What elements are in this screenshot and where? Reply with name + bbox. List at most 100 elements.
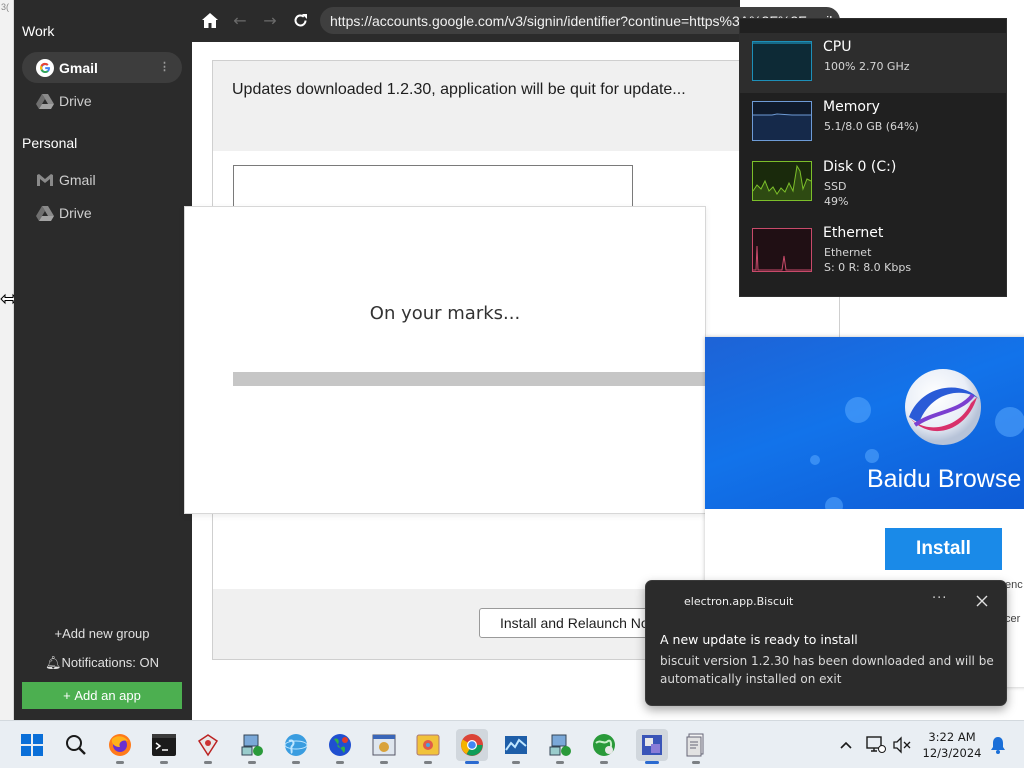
cloud-app-icon	[197, 734, 219, 757]
toast-more-options-icon[interactable]: ···	[932, 591, 947, 606]
clock-date: 12/3/2024	[922, 746, 982, 760]
search-button[interactable]	[60, 729, 92, 761]
perf-detail: Ethernet	[824, 246, 872, 259]
notifications-label: Notifications: ON	[61, 655, 160, 670]
green-globe-icon	[593, 734, 615, 756]
sidebar-item-work-drive[interactable]: Drive	[22, 85, 182, 116]
taskbar-app-world[interactable]	[324, 729, 356, 764]
desktop-edge: 3(	[0, 0, 14, 720]
perf-row-memory[interactable]: Memory 5.1/8.0 GB (64%)	[740, 93, 1006, 153]
loading-splash: On your marks...	[184, 206, 707, 514]
taskbar-app-window[interactable]	[368, 729, 400, 764]
search-icon	[66, 735, 86, 755]
performance-widget: CPU 100% 2.70 GHz Memory 5.1/8.0 GB (64%…	[739, 18, 1007, 297]
start-button[interactable]	[16, 729, 48, 761]
show-hidden-icons-button[interactable]	[830, 729, 862, 761]
perf-row-ethernet[interactable]: Ethernet Ethernet S: 0 R: 8.0 Kbps	[740, 219, 1006, 279]
drive-icon	[36, 92, 54, 110]
sidebar-item-label: Drive	[59, 204, 92, 221]
notification-center-button[interactable]	[982, 729, 1014, 761]
google-icon	[36, 58, 54, 77]
arrow-left-icon: ←	[233, 10, 247, 30]
plus-icon: +	[63, 688, 75, 703]
taskbar-app-network[interactable]	[236, 729, 268, 764]
biscuit-app-icon	[642, 735, 662, 755]
update-message: Updates downloaded 1.2.30, application w…	[232, 81, 686, 98]
taskbar-app-cloud[interactable]	[192, 729, 224, 764]
sidebar-item-work-gmail[interactable]: Gmail ⋮	[22, 52, 182, 83]
taskbar-firefox[interactable]	[104, 729, 136, 764]
reload-button[interactable]	[290, 10, 310, 30]
group-title-work: Work	[22, 23, 55, 39]
taskbar-app-green-globe[interactable]	[588, 729, 620, 764]
add-group-label: Add new group	[62, 626, 150, 641]
home-icon	[202, 12, 218, 28]
perf-name: Disk 0 (C:)	[823, 159, 897, 175]
perf-name: CPU	[823, 39, 852, 55]
add-app-button[interactable]: + Add an app	[22, 682, 182, 709]
sidebar-item-label: Gmail	[59, 171, 96, 188]
app-sidebar: Work Gmail ⋮ Drive Personal Gmail Drive …	[14, 0, 192, 720]
perf-detail-2: 49%	[824, 195, 849, 208]
loading-progress-bar	[233, 372, 707, 386]
perf-detail: 5.1/8.0 GB (64%)	[824, 120, 919, 133]
taskbar-biscuit[interactable]	[636, 729, 668, 764]
clock-time: 3:22 AM	[928, 730, 976, 744]
sidebar-item-label: Gmail	[59, 59, 98, 76]
perf-detail-2: S: 0 R: 8.0 Kbps	[824, 261, 912, 274]
update-toast-notification[interactable]: electron.app.Biscuit ··· A new update is…	[645, 580, 1007, 706]
photos-icon	[416, 734, 440, 756]
gmail-icon	[36, 171, 54, 189]
sidebar-item-label: Drive	[59, 92, 92, 109]
close-icon[interactable]	[974, 593, 990, 609]
more-options-icon[interactable]: ⋮	[159, 60, 170, 73]
monitor-chart-icon	[505, 736, 527, 754]
taskbar-terminal[interactable]	[148, 729, 180, 764]
taskbar: 3:22 AM 12/3/2024	[0, 720, 1024, 768]
plus-icon: +	[54, 626, 63, 641]
arrow-right-icon: →	[263, 10, 277, 30]
perf-name: Ethernet	[823, 225, 884, 241]
taskbar-app-files[interactable]	[680, 729, 712, 764]
taskbar-app-network-2[interactable]	[544, 729, 576, 764]
terminal-icon	[152, 734, 176, 756]
volume-muted-icon	[893, 736, 911, 754]
browser-toolbar: ← →	[192, 0, 840, 42]
network-computer-icon	[241, 734, 263, 756]
baidu-install-button[interactable]: Install	[885, 528, 1002, 570]
disk-graph	[752, 161, 812, 201]
notifications-toggle[interactable]: 🔔︎Notifications: ON	[22, 655, 182, 671]
window-app-icon	[372, 734, 396, 756]
taskbar-clock[interactable]: 3:22 AM 12/3/2024	[922, 729, 982, 761]
chevron-up-icon	[840, 741, 852, 749]
world-icon	[329, 734, 351, 756]
bell-icon	[991, 737, 1005, 754]
forward-button[interactable]: →	[260, 10, 280, 30]
baidu-hero-banner: Baidu Browse	[705, 337, 1024, 509]
baidu-title: Baidu Browse	[867, 465, 1022, 493]
home-button[interactable]	[200, 10, 220, 30]
taskbar-app-monitor[interactable]	[500, 729, 532, 764]
loading-text: On your marks...	[369, 303, 521, 324]
toast-body: biscuit version 1.2.30 has been download…	[660, 654, 994, 686]
add-app-label: Add an app	[74, 688, 141, 703]
windows-icon	[21, 734, 43, 756]
memory-graph	[752, 101, 812, 141]
toast-title: A new update is ready to install	[660, 632, 858, 647]
taskbar-chrome[interactable]	[456, 729, 488, 764]
network-monitor-icon	[866, 736, 886, 753]
group-title-personal: Personal	[22, 135, 78, 151]
taskbar-app-globe[interactable]	[280, 729, 312, 764]
ethernet-graph	[752, 228, 812, 272]
sidebar-item-personal-gmail[interactable]: Gmail	[22, 164, 182, 195]
baidu-clipped-text-2: cer	[1005, 613, 1021, 625]
back-button[interactable]: ←	[230, 10, 250, 30]
add-group-button[interactable]: +Add new group	[22, 626, 182, 641]
drive-icon	[36, 204, 54, 222]
sidebar-item-personal-drive[interactable]: Drive	[22, 197, 182, 228]
perf-row-cpu[interactable]: CPU 100% 2.70 GHz	[740, 33, 1006, 93]
volume-button[interactable]	[886, 729, 918, 761]
taskbar-app-photos[interactable]	[412, 729, 444, 764]
perf-row-disk[interactable]: Disk 0 (C:) SSD 49%	[740, 153, 1006, 213]
reload-icon	[294, 13, 307, 26]
